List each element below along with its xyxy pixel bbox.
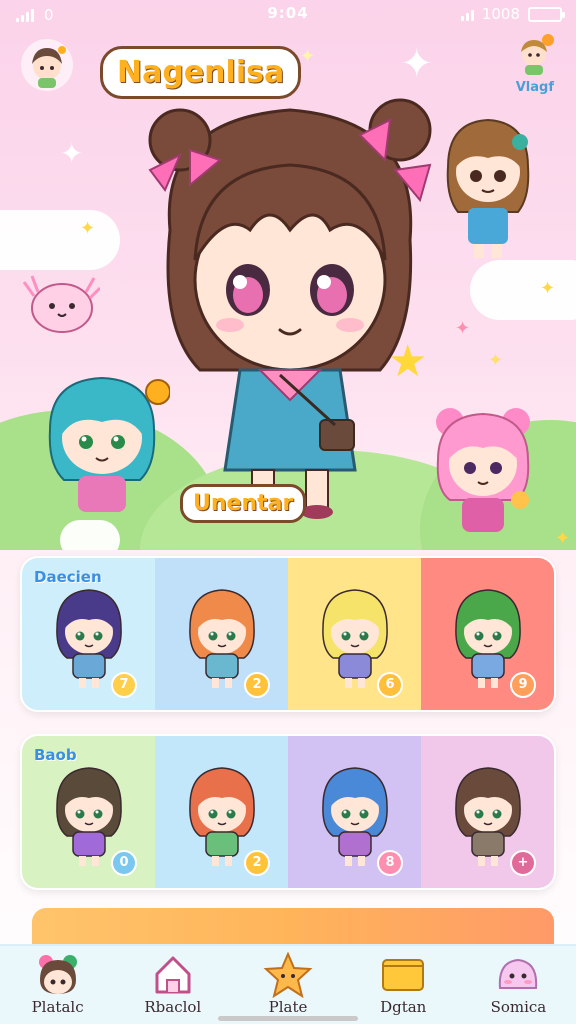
- cell-badge: 6: [377, 672, 403, 698]
- character-grid-1: Daecien 7 2 6 9: [20, 556, 556, 712]
- nav-label: Plate: [268, 998, 308, 1016]
- bottom-nav: Platalc Rbaclol Plate Dgtan Somica: [0, 944, 576, 1024]
- cloud-right: [470, 260, 576, 320]
- grid-1-cell-2[interactable]: 2: [155, 558, 288, 710]
- avatar-icon: [21, 39, 73, 91]
- cell-badge: 7: [111, 672, 137, 698]
- nav-item-1[interactable]: Platalc: [0, 946, 115, 1024]
- settings-avatar-button[interactable]: [508, 30, 560, 82]
- grid-2-tag: Baob: [34, 746, 77, 764]
- side-character-teal-girl[interactable]: [40, 370, 170, 520]
- character-face-icon: [38, 955, 77, 994]
- home-icon: [155, 956, 191, 994]
- profile-avatar-button[interactable]: [20, 38, 74, 92]
- sparkle-icon: ✦: [60, 137, 84, 170]
- star-icon: ✦: [80, 218, 96, 239]
- cell-badge: 2: [244, 850, 270, 876]
- chibi-boy-icon: [521, 34, 554, 75]
- promo-banner[interactable]: [32, 908, 554, 948]
- nav-item-3[interactable]: Plate: [230, 946, 345, 1024]
- star-character-icon: [263, 952, 313, 998]
- grid-1-cell-3[interactable]: 6: [288, 558, 421, 710]
- cell-badge: 0: [111, 850, 137, 876]
- cloud-left: [0, 210, 120, 270]
- side-character-brown-girl[interactable]: [438, 112, 538, 262]
- battery-icon: [528, 6, 565, 22]
- grid-1-cell-4[interactable]: 9: [421, 558, 554, 710]
- cell-badge: 8: [377, 850, 403, 876]
- wifi-icon: [460, 7, 474, 21]
- slime-pet-icon: [499, 958, 538, 989]
- star-icon: ✦: [455, 318, 471, 339]
- star-icon: ✦: [488, 350, 504, 371]
- grid-2-cell-2[interactable]: 2: [155, 736, 288, 888]
- nav-item-4[interactable]: Dgtan: [346, 946, 461, 1024]
- nav-label: Somica: [490, 998, 547, 1016]
- sparkle-icon: ✦: [400, 41, 434, 87]
- grid-2-cell-3[interactable]: 8: [288, 736, 421, 888]
- hero-banner: ✦ ✦ ✦ ✦ ✦ ✦ ✦ ✦ Nagenlisa Vlagf ★ Unenta…: [0, 30, 576, 550]
- grid-2-cell-4[interactable]: +: [421, 736, 554, 888]
- cell-badge: +: [510, 850, 536, 876]
- main-character[interactable]: [130, 80, 450, 520]
- nav-label: Rbaclol: [144, 998, 202, 1016]
- nav-item-5[interactable]: Somica: [461, 946, 576, 1024]
- cell-badge: 2: [244, 672, 270, 698]
- grid-1-tag: Daecien: [34, 568, 102, 586]
- status-bar: 0 9:04 1008: [0, 0, 576, 30]
- card-folder-icon: [382, 959, 425, 991]
- cloud-small: [60, 520, 120, 550]
- corner-label: Vlagf: [515, 80, 554, 95]
- cell-badge: 9: [510, 672, 536, 698]
- star-icon: ✦: [300, 46, 316, 67]
- status-right-text: 1008: [481, 5, 520, 23]
- home-indicator[interactable]: [218, 1016, 358, 1021]
- nav-item-2[interactable]: Rbaclol: [115, 946, 230, 1024]
- nav-label: Platalc: [31, 998, 84, 1016]
- star-icon: ✦: [555, 528, 571, 549]
- character-grid-2: Baob 0 2 8 +: [20, 734, 556, 890]
- star-wand-icon: ★: [388, 336, 428, 387]
- character-name-label: Unentar: [180, 484, 307, 523]
- nav-label: Dgtan: [380, 998, 427, 1016]
- side-character-pink-girl[interactable]: [428, 400, 538, 550]
- axolotl-pet[interactable]: [20, 270, 100, 340]
- star-icon: ✦: [540, 278, 556, 299]
